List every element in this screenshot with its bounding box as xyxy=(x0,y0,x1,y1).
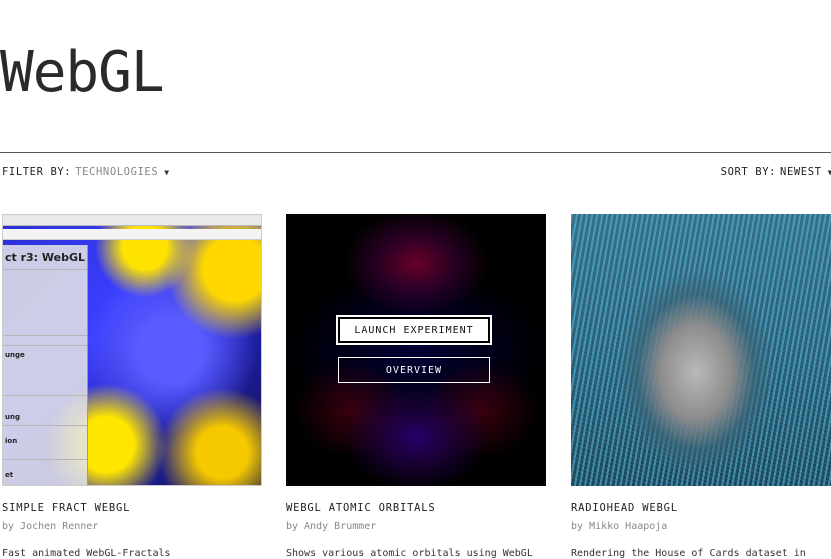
sort-control[interactable]: SORT BY: NEWEST ▼ xyxy=(721,166,831,178)
card-author: by Andy Brummer xyxy=(286,521,377,532)
panel-section: et xyxy=(5,471,14,479)
filter-value[interactable]: TECHNOLOGIES xyxy=(75,166,158,178)
card-title[interactable]: WEBGL ATOMIC ORBITALS xyxy=(286,502,436,514)
experiment-thumbnail[interactable]: ct r3: WebGL unge ung ion et xyxy=(2,214,262,486)
filter-bar: FILTER BY: TECHNOLOGIES ▼ SORT BY: NEWES… xyxy=(0,166,831,182)
panel-section: unge xyxy=(5,351,25,359)
experiment-card[interactable]: RADIOHEAD WEBGL by Mikko Haapoja Renderi… xyxy=(571,214,831,559)
sort-label: SORT BY: xyxy=(720,166,777,178)
page-title: WebGL xyxy=(0,40,165,105)
experiment-thumbnail[interactable] xyxy=(571,214,831,486)
card-title[interactable]: RADIOHEAD WEBGL xyxy=(571,502,678,514)
experiment-card[interactable]: LAUNCH EXPERIMENT OVERVIEW WEBGL ATOMIC … xyxy=(286,214,546,559)
panel-section: ion xyxy=(5,437,18,445)
caret-down-icon[interactable]: ▼ xyxy=(164,168,169,177)
filter-control[interactable]: FILTER BY: TECHNOLOGIES ▼ xyxy=(2,166,170,178)
sort-value[interactable]: NEWEST xyxy=(780,166,822,178)
card-author: by Mikko Haapoja xyxy=(571,521,668,532)
experiment-thumbnail[interactable]: LAUNCH EXPERIMENT OVERVIEW xyxy=(286,214,546,486)
url-bar xyxy=(3,229,261,240)
header-divider xyxy=(0,152,831,153)
card-description: Rendering the House of Cards dataset in xyxy=(571,548,806,559)
settings-panel: ct r3: WebGL unge ung ion et xyxy=(3,245,88,485)
card-author: by Jochen Renner xyxy=(2,521,99,532)
overview-button[interactable]: OVERVIEW xyxy=(338,357,490,383)
browser-bar xyxy=(3,215,261,226)
panel-section: ung xyxy=(5,413,20,421)
card-description: Fast animated WebGL-Fractals xyxy=(2,548,171,559)
panel-heading: ct r3: WebGL xyxy=(5,251,86,264)
caret-down-icon[interactable]: ▼ xyxy=(828,168,831,177)
experiment-card[interactable]: ct r3: WebGL unge ung ion et SIMPLE FRAC… xyxy=(2,214,262,559)
launch-experiment-button[interactable]: LAUNCH EXPERIMENT xyxy=(336,315,492,345)
filter-label: FILTER BY: xyxy=(2,166,72,178)
card-title[interactable]: SIMPLE FRACT WEBGL xyxy=(2,502,130,514)
card-description: Shows various atomic orbitals using WebG… xyxy=(286,548,533,559)
